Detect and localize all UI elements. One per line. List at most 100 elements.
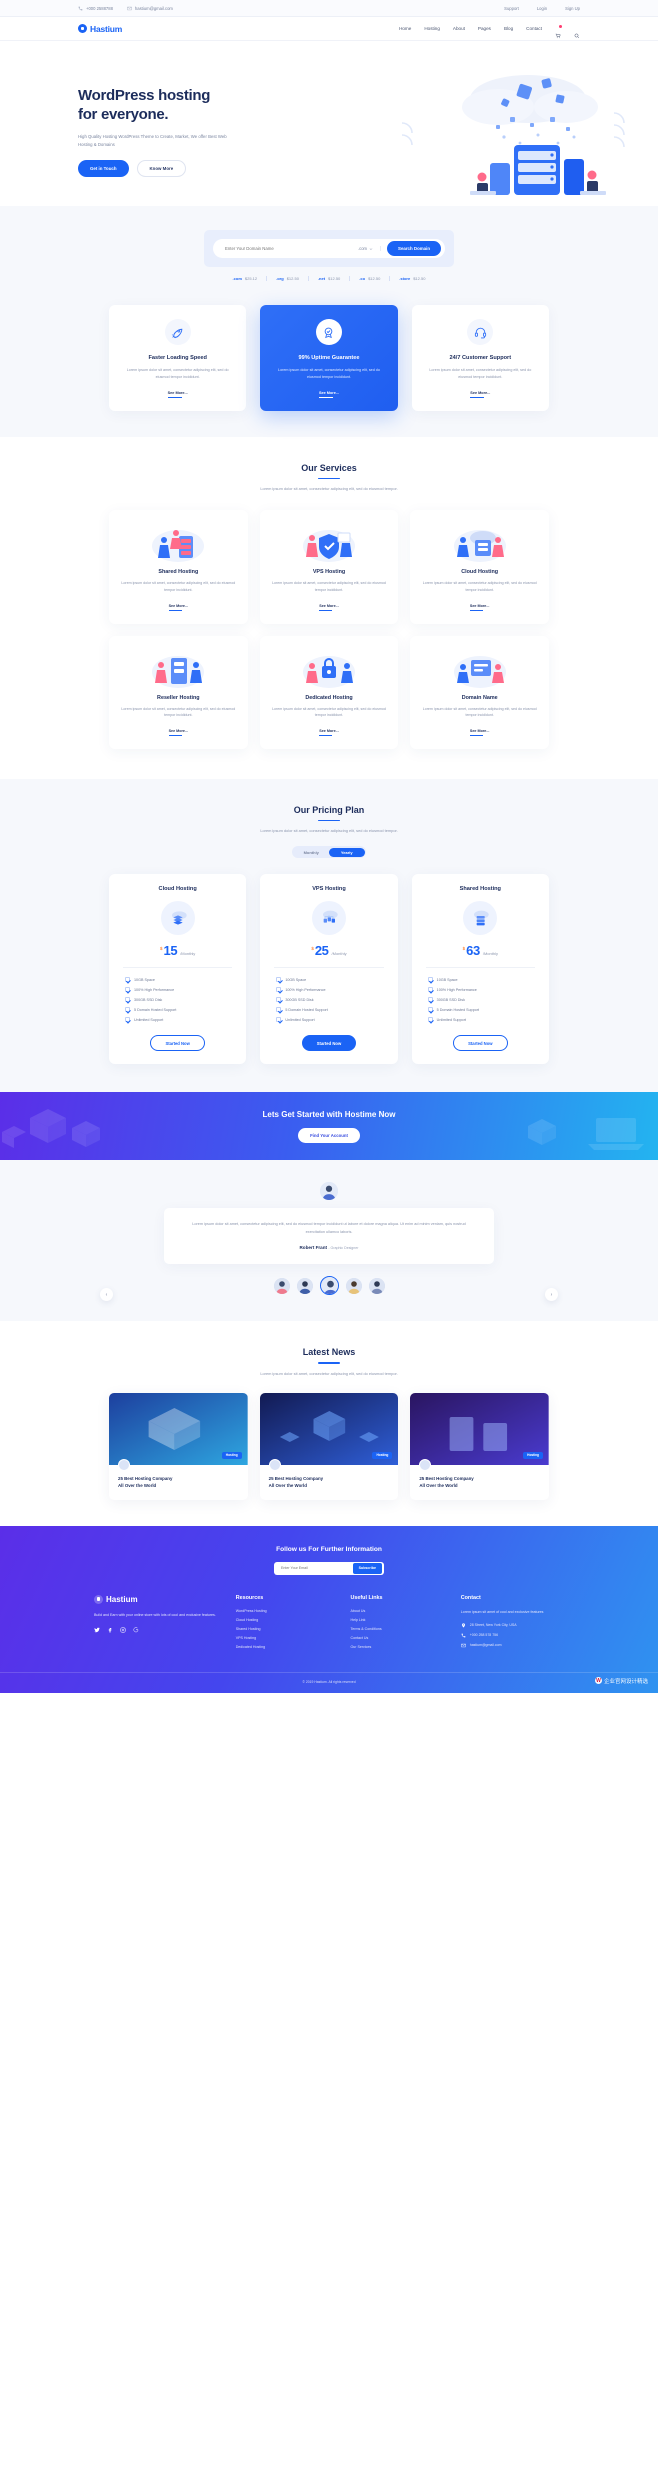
- tld-price-item[interactable]: .co $12.50: [350, 276, 391, 281]
- nav-item-pages[interactable]: Pages: [478, 26, 491, 31]
- pricing-card[interactable]: Shared Hosting $ 63 /Monthly 10GB Space …: [411, 874, 549, 1065]
- know-more-button[interactable]: Know More: [136, 160, 187, 178]
- badge-check-icon: [315, 319, 342, 345]
- testimonial-author-role: - Graphic Designer: [328, 1245, 359, 1250]
- cart-icon[interactable]: [555, 24, 562, 38]
- footer-link[interactable]: About Us: [350, 1609, 444, 1613]
- nav-item-contact[interactable]: Contact: [526, 26, 542, 31]
- service-see-more-link[interactable]: See More...: [169, 729, 188, 736]
- vps-hosting-illustration: [271, 523, 388, 565]
- footer-link[interactable]: VPS Hosting: [236, 1636, 335, 1640]
- footer-link[interactable]: Shared Hosting: [236, 1627, 335, 1631]
- testimonial-next-button[interactable]: ›: [545, 1288, 558, 1302]
- pricing-card[interactable]: Cloud Hosting $ 15 /Monthly 10GB Space 1…: [109, 874, 247, 1065]
- tld-price: $12.50: [368, 276, 381, 281]
- get-in-touch-button[interactable]: Get in Touch: [78, 160, 129, 178]
- search-icon[interactable]: [574, 26, 580, 38]
- nav-item-home[interactable]: Home: [399, 26, 411, 31]
- service-card[interactable]: VPS Hosting Lorem ipsum dolor sit amet, …: [259, 510, 399, 624]
- search-domain-button[interactable]: Search Domain: [387, 241, 441, 256]
- plan-started-button[interactable]: Started Now: [301, 1035, 357, 1052]
- toggle-monthly[interactable]: Monthly: [294, 848, 330, 857]
- testimonial-thumb-active[interactable]: [319, 1276, 339, 1295]
- testimonial-thumb[interactable]: [368, 1277, 385, 1294]
- service-see-more-link[interactable]: See More...: [470, 604, 489, 611]
- plan-feature: Unlimited Support: [427, 1017, 533, 1023]
- twitter-icon[interactable]: [94, 1627, 100, 1635]
- testimonial-thumb[interactable]: [296, 1277, 313, 1294]
- news-author-avatar: [419, 1458, 432, 1471]
- support-link[interactable]: Support: [504, 6, 519, 11]
- service-see-more-link[interactable]: See More...: [319, 604, 338, 611]
- news-card[interactable]: Hosting 25 Best Hosting Company All Over…: [259, 1392, 399, 1500]
- signup-link[interactable]: Sign Up: [565, 6, 580, 11]
- footer-contact-phone[interactable]: +000 258 578 756: [461, 1633, 564, 1638]
- service-see-more-link[interactable]: See More...: [169, 604, 188, 611]
- tld-price-item[interactable]: .store $12.50: [390, 276, 434, 281]
- news-card[interactable]: Hosting 25 Best Hosting Company All Over…: [109, 1392, 248, 1500]
- plan-name: Shared Hosting: [459, 886, 501, 893]
- feature-card[interactable]: 24/7 Customer Support Lorem ipsum dolor …: [411, 305, 549, 411]
- service-see-more-link[interactable]: See More...: [470, 729, 489, 736]
- footer-contact-email[interactable]: hastium@gmail.com: [460, 1643, 564, 1648]
- footer-link[interactable]: Dedicated Hosting: [236, 1645, 335, 1649]
- news-section: Latest News Lorem ipsum dolor sit amet, …: [0, 1321, 658, 1526]
- service-card[interactable]: Domain Name Lorem ipsum dolor sit amet, …: [410, 635, 549, 749]
- nav-item-hosting[interactable]: Hosting: [424, 26, 440, 31]
- feature-card[interactable]: Faster Loading Speed Lorem ipsum dolor s…: [109, 305, 247, 411]
- login-link[interactable]: Login: [537, 6, 547, 11]
- footer-link[interactable]: Cloud Hosting: [236, 1618, 335, 1622]
- testimonial-thumb[interactable]: [273, 1277, 290, 1294]
- footer-link[interactable]: Our Services: [350, 1645, 444, 1649]
- service-card[interactable]: Cloud Hosting Lorem ipsum dolor sit amet…: [410, 510, 549, 624]
- feature-title: 24/7 Customer Support: [449, 355, 512, 361]
- subscribe-button[interactable]: Subscribe: [352, 1562, 382, 1574]
- feature-card[interactable]: 99% Uptime Guarantee Lorem ipsum dolor s…: [260, 305, 398, 411]
- topbar-email[interactable]: hastium@gmail.com: [127, 6, 173, 11]
- topbar-phone[interactable]: +000 2588788: [78, 6, 113, 11]
- service-card[interactable]: Shared Hosting Lorem ipsum dolor sit ame…: [109, 510, 248, 624]
- domain-search-input[interactable]: [225, 246, 358, 251]
- tld-price-item[interactable]: .net $12.50: [309, 276, 351, 281]
- footer-link[interactable]: Terms & Conditions: [350, 1627, 444, 1631]
- chevron-down-icon: [369, 247, 373, 250]
- testimonial-thumb[interactable]: [345, 1277, 362, 1294]
- pricing-card[interactable]: VPS Hosting $ 25 /Monthly 10GB Space 100…: [260, 874, 398, 1065]
- plan-period: /Monthly: [180, 951, 196, 957]
- footer-brand[interactable]: Hastium: [94, 1594, 220, 1604]
- services-subtitle: Lorem ipsum dolor sit amet, consectetur …: [260, 486, 398, 492]
- service-desc: Lorem ipsum dolor sit amet, consectetur …: [121, 706, 236, 718]
- nav-item-about[interactable]: About: [453, 26, 465, 31]
- feature-see-more-link[interactable]: See More...: [470, 391, 490, 398]
- facebook-icon[interactable]: [107, 1627, 113, 1635]
- tld-price-item[interactable]: .org $12.50: [267, 276, 309, 281]
- cta-find-account-button[interactable]: Find Your Account: [298, 1127, 360, 1143]
- tld-price-item[interactable]: .com $25.12: [224, 276, 268, 281]
- service-card[interactable]: Dedicated Hosting Lorem ipsum dolor sit …: [259, 635, 399, 749]
- google-plus-icon[interactable]: [133, 1627, 139, 1635]
- plan-started-button[interactable]: Started Now: [150, 1035, 205, 1052]
- footer-link[interactable]: Contact Us: [350, 1636, 444, 1640]
- feature-see-more-link[interactable]: See More...: [168, 391, 188, 398]
- plan-started-button[interactable]: Started Now: [453, 1035, 508, 1052]
- news-body: 25 Best Hosting Company All Over the Wor…: [109, 1465, 248, 1500]
- news-card[interactable]: Hosting 25 Best Hosting Company All Over…: [410, 1392, 550, 1500]
- nav-item-blog[interactable]: Blog: [504, 26, 513, 31]
- feature-see-more-link[interactable]: See More...: [319, 391, 339, 398]
- service-see-more-link[interactable]: See More...: [319, 729, 338, 736]
- billing-period-toggle[interactable]: Monthly Yearly: [292, 846, 366, 859]
- footer-columns: Hastium Build and Earn with your online …: [94, 1594, 564, 1654]
- tld-select[interactable]: .com: [358, 246, 382, 251]
- newsletter-email-input[interactable]: [281, 1566, 353, 1571]
- toggle-yearly[interactable]: Yearly: [329, 847, 365, 857]
- plan-feature-text: 10GB Space: [436, 977, 458, 982]
- footer-link[interactable]: Help Link: [350, 1618, 444, 1622]
- footer-link[interactable]: WordPress Hosting: [236, 1609, 335, 1613]
- instagram-icon[interactable]: [120, 1627, 126, 1635]
- plan-feature: Unlimited Support: [125, 1017, 230, 1023]
- cloud-network-icon: [311, 901, 346, 936]
- testimonial-prev-button[interactable]: ‹: [100, 1288, 113, 1302]
- brand-logo-group[interactable]: Hastium: [78, 24, 122, 34]
- service-card[interactable]: Reseller Hosting Lorem ipsum dolor sit a…: [109, 635, 248, 749]
- news-image: Hosting: [410, 1392, 550, 1465]
